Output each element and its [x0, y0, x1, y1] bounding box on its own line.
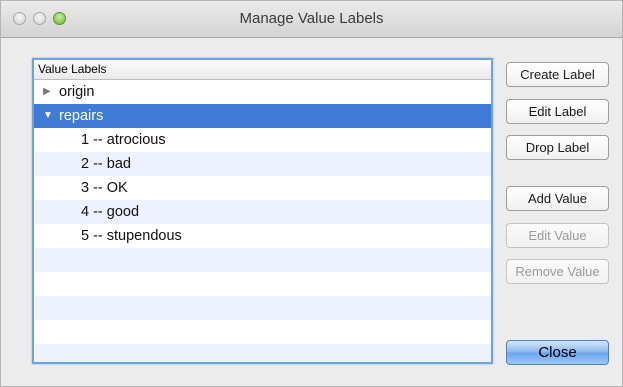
manage-value-labels-window: Manage Value Labels Value Labels ▶ origi… [0, 0, 623, 387]
drop-label-button[interactable]: Drop Label [506, 135, 609, 160]
list-item-label: 1 -- atrocious [81, 132, 166, 148]
title-bar[interactable]: Manage Value Labels [1, 1, 622, 38]
list-item-label: 4 -- good [81, 204, 140, 220]
list-item-value[interactable]: 1 -- atrocious [34, 128, 491, 152]
edit-value-button[interactable]: Edit Value [506, 223, 609, 248]
list-column-header[interactable]: Value Labels [34, 60, 491, 80]
empty-row [34, 320, 491, 344]
list-item-value[interactable]: 3 -- OK [34, 176, 491, 200]
empty-row [34, 272, 491, 296]
edit-label-button[interactable]: Edit Label [506, 99, 609, 124]
list-item-label: origin [59, 84, 95, 100]
empty-row [34, 296, 491, 320]
create-label-button[interactable]: Create Label [506, 62, 609, 87]
list-item-label: 2 -- bad [81, 156, 131, 172]
close-button[interactable]: Close [506, 340, 609, 365]
list-item-label: repairs [59, 108, 104, 124]
window-title: Manage Value Labels [239, 10, 384, 27]
list-item-label: 5 -- stupendous [81, 228, 182, 244]
list-item-label: 3 -- OK [81, 180, 128, 196]
disclosure-collapsed-icon[interactable]: ▶ [43, 80, 55, 104]
value-labels-list[interactable]: Value Labels ▶ origin ▼ repairs 1 -- atr… [32, 58, 493, 364]
empty-row [34, 248, 491, 272]
add-value-button[interactable]: Add Value [506, 186, 609, 211]
list-item-origin[interactable]: ▶ origin [34, 80, 491, 104]
list-item-value[interactable]: 4 -- good [34, 200, 491, 224]
disclosure-expanded-icon[interactable]: ▼ [43, 104, 55, 128]
list-item-value[interactable]: 5 -- stupendous [34, 224, 491, 248]
list-item-value[interactable]: 2 -- bad [34, 152, 491, 176]
empty-row [34, 344, 491, 362]
list-item-repairs[interactable]: ▼ repairs [34, 104, 491, 128]
remove-value-button[interactable]: Remove Value [506, 259, 609, 284]
